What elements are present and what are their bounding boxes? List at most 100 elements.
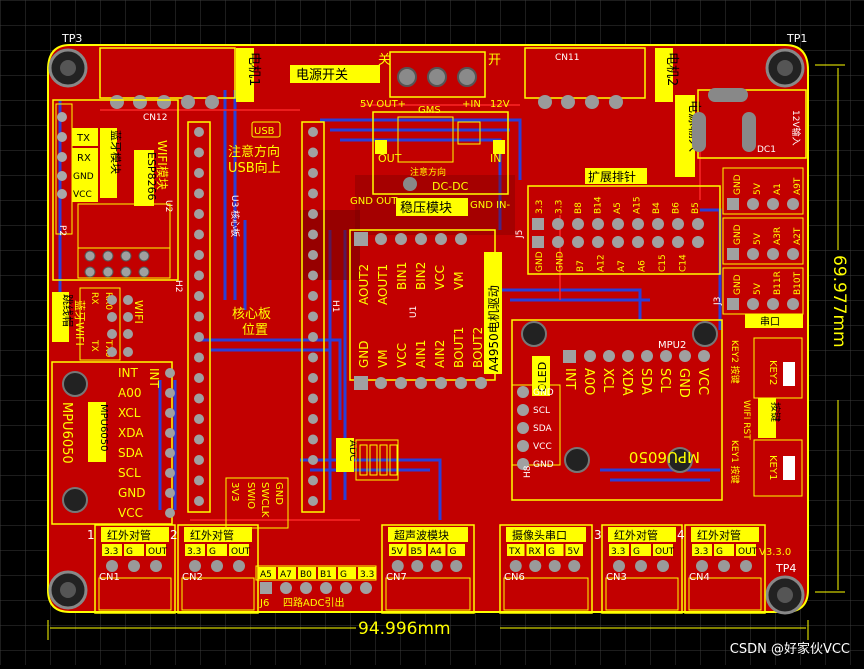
mpu2-hole bbox=[564, 447, 590, 473]
buck-label: 稳压模块 bbox=[400, 200, 452, 216]
serial-pin-label: B11R bbox=[773, 271, 783, 295]
oled-pin: SDA bbox=[533, 424, 552, 434]
header-pad bbox=[194, 127, 204, 137]
mpu-left-hole bbox=[62, 371, 88, 397]
mpu2-pin: XCL bbox=[600, 368, 615, 393]
bt-pin-gnd: GND bbox=[73, 172, 94, 182]
module-pad bbox=[189, 560, 201, 572]
module-id: CN2 bbox=[182, 572, 203, 583]
driver-pin: AIN1 bbox=[414, 340, 428, 368]
swd-pin: GND bbox=[273, 482, 284, 505]
serial-pin-label: GND bbox=[733, 174, 743, 195]
serial-pin-label: A3R bbox=[773, 227, 783, 245]
h8-label: H8 bbox=[523, 465, 533, 478]
dc1-label: DC1 bbox=[757, 145, 776, 155]
dc-jack-pad bbox=[708, 88, 748, 102]
power-switch-label: 电源开关 bbox=[296, 68, 348, 83]
module-pin: 3.3 bbox=[104, 547, 118, 557]
wifi-jumper-label: WIFI bbox=[132, 300, 145, 324]
mpu-left-chip-label: MPU6050 bbox=[59, 402, 74, 464]
expansion-bottom-label: A6 bbox=[638, 260, 648, 272]
module-number: 2 bbox=[170, 528, 178, 542]
expansion-title: 扩展排针 bbox=[588, 169, 636, 184]
h1-label: H1 bbox=[330, 300, 340, 313]
header-pad bbox=[194, 393, 204, 404]
serial-pin-label: GND bbox=[733, 224, 743, 245]
expansion-top-label: 3.3 bbox=[555, 200, 565, 214]
module-pin: 3.3 bbox=[694, 547, 708, 557]
expansion-top-label: B5 bbox=[691, 202, 701, 214]
mpu2-title: MPU2 bbox=[658, 340, 686, 351]
expansion-bottom-label: A7 bbox=[617, 260, 627, 272]
expansion-top-label: A15 bbox=[633, 196, 643, 214]
v12-input-label: 12V输入 bbox=[790, 110, 802, 146]
header-pad bbox=[308, 168, 318, 178]
jumper-pin-rx: RX bbox=[89, 292, 99, 304]
header-pad bbox=[308, 475, 318, 486]
key-pins-label: 按键 bbox=[769, 402, 782, 422]
v12-label: 12V bbox=[490, 99, 510, 110]
module-title: 红外对管 bbox=[614, 528, 658, 542]
module-pad bbox=[106, 560, 118, 572]
header-pad bbox=[308, 434, 318, 445]
expansion-top-label: B8 bbox=[574, 202, 584, 214]
serial-pin-label: 5V bbox=[753, 232, 763, 245]
u2-label: U2 bbox=[163, 200, 173, 212]
module-id: CN6 bbox=[504, 572, 525, 583]
module-pad bbox=[391, 560, 404, 572]
dcdc-dir-note: 注意方向 bbox=[410, 166, 446, 178]
tp3-label: TP3 bbox=[61, 32, 82, 45]
expansion-top-label: B14 bbox=[594, 196, 604, 214]
usb-label: USB bbox=[254, 126, 275, 137]
j6-pin: A7 bbox=[280, 570, 292, 580]
mpu-left-pin: XCL bbox=[118, 406, 141, 420]
expansion-top-label: B6 bbox=[672, 202, 682, 214]
mpu-left-pin: XDA bbox=[118, 426, 144, 440]
module-pin: B5 bbox=[411, 547, 423, 557]
header-pad bbox=[308, 311, 318, 322]
module-title: 红外对管 bbox=[697, 528, 741, 542]
key2-side-label: KEY2 按键 bbox=[729, 340, 741, 384]
module-pad bbox=[568, 560, 581, 572]
header-pad bbox=[194, 373, 204, 383]
u3-label: U3 核心板 bbox=[229, 195, 241, 237]
module-pad bbox=[529, 560, 542, 572]
bt-pin-rx: RX bbox=[77, 153, 91, 164]
tp1-label: TP1 bbox=[786, 32, 807, 45]
mpu-left-pin: A00 bbox=[118, 386, 141, 400]
core-label-1: 核心板 bbox=[232, 307, 271, 322]
module-pad bbox=[613, 560, 625, 572]
header-pad bbox=[194, 147, 204, 158]
power-switch-pads bbox=[397, 67, 477, 87]
module-pin: RX bbox=[529, 547, 541, 557]
mpu-left-pins: INT bbox=[147, 368, 161, 389]
mpu2-pin: SDA bbox=[638, 368, 653, 395]
oled-pin: GND bbox=[533, 388, 554, 398]
module-pad bbox=[150, 560, 162, 572]
module-pin: OUT bbox=[655, 547, 675, 557]
mpu-left-pin: INT bbox=[147, 368, 161, 389]
cn12-label: CN12 bbox=[143, 113, 167, 123]
copper-pour-shadow bbox=[300, 210, 360, 280]
bt-pin-vcc: VCC bbox=[73, 190, 92, 200]
header-pad bbox=[194, 291, 204, 301]
header-pad bbox=[308, 393, 318, 404]
j6-pin: A5 bbox=[260, 570, 272, 580]
mpu2-chip-label: MPU6050 bbox=[629, 448, 700, 466]
expansion-top-label: B4 bbox=[652, 202, 662, 214]
module-pin: G bbox=[716, 547, 723, 557]
module-id: CN1 bbox=[99, 572, 120, 583]
header-pad bbox=[308, 229, 318, 240]
driver-pin: AOUT2 bbox=[357, 264, 371, 305]
key1-switch bbox=[783, 456, 795, 480]
header-pad bbox=[194, 188, 204, 199]
module-pin: A4 bbox=[430, 547, 442, 557]
module-pin: OUT bbox=[738, 547, 758, 557]
dcdc-label: DC-DC bbox=[432, 180, 469, 193]
expansion-bottom-label: C15 bbox=[658, 254, 668, 272]
module-pin: G bbox=[633, 547, 640, 557]
header-pad bbox=[194, 496, 204, 506]
usb-note-1: 注意方向 bbox=[228, 144, 280, 160]
dc-jack-pad bbox=[742, 112, 756, 152]
wifi-module-label: WIFI模块 bbox=[155, 140, 169, 190]
